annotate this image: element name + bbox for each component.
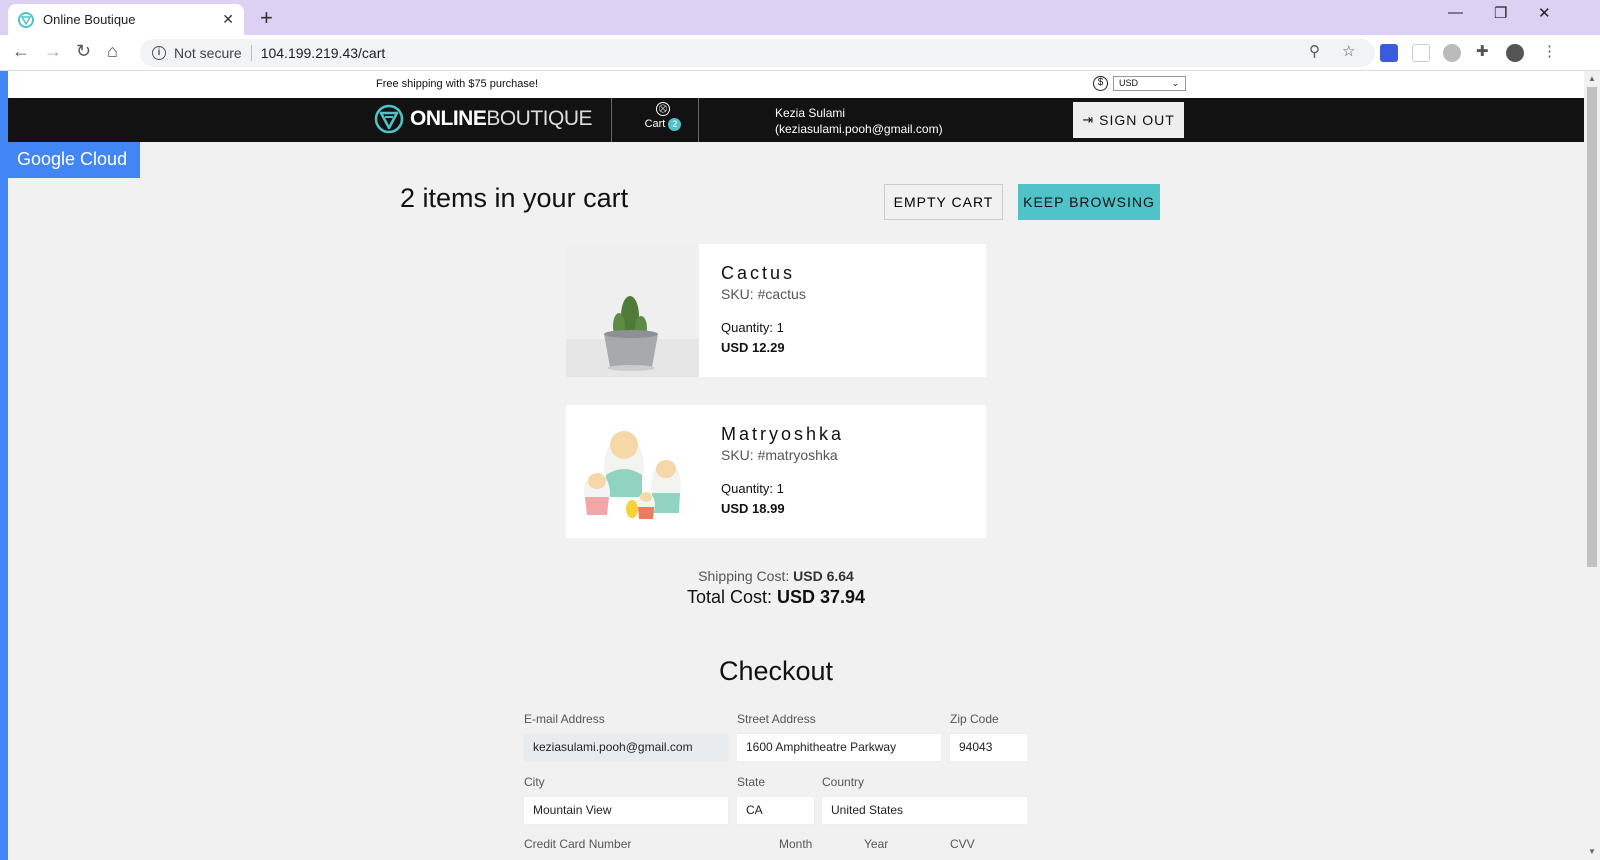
home-icon[interactable]: ⌂ (107, 41, 118, 62)
tab-title: Online Boutique (43, 12, 136, 27)
extensions-puzzle-icon[interactable]: ✚ (1476, 42, 1489, 60)
address-bar: ← → ↻ ⌂ i Not secure 104.199.219.43/cart… (0, 35, 1600, 71)
item-name[interactable]: Matryoshka (721, 424, 844, 445)
info-icon[interactable]: i (152, 46, 166, 60)
site-header: ONLINEBOUTIQUE ⛒ Cart 2 Kezia Sulami (ke… (8, 98, 1584, 142)
minimize-icon[interactable]: — (1448, 4, 1463, 21)
menu-kebab-icon[interactable]: ⋮ (1542, 42, 1557, 60)
keep-browsing-button[interactable]: KEEP BROWSING (1018, 184, 1160, 220)
zip-code-label: Zip Code (950, 712, 999, 726)
item-sku: SKU: #matryoshka (721, 447, 838, 463)
profile-avatar[interactable] (1506, 44, 1524, 62)
cart-count-badge: 2 (668, 118, 682, 131)
header-divider (698, 98, 699, 142)
forward-icon[interactable]: → (44, 41, 62, 62)
cart-item: Cactus SKU: #cactus Quantity: 1 USD 12.2… (566, 244, 986, 377)
close-window-icon[interactable]: ✕ (1538, 4, 1551, 22)
browser-tab-bar: Online Boutique ✕ + — ❐ ✕ (0, 0, 1600, 35)
item-price: USD 18.99 (721, 501, 785, 516)
cart-icon: ⛒ (656, 102, 670, 116)
country-field[interactable]: United States (821, 796, 1028, 825)
scroll-down-icon[interactable]: ▼ (1588, 847, 1596, 856)
state-label: State (737, 775, 766, 789)
browser-tab[interactable]: Online Boutique ✕ (8, 4, 244, 35)
zip-code-field[interactable]: 94043 (949, 733, 1028, 762)
sign-out-button[interactable]: ⇥ SIGN OUT (1073, 102, 1184, 138)
header-divider (611, 98, 612, 142)
cactus-image[interactable] (566, 244, 699, 377)
total-cost: Total Cost: USD 37.94 (8, 587, 1544, 608)
item-quantity: Quantity: 1 (721, 320, 784, 335)
close-tab-icon[interactable]: ✕ (222, 11, 234, 28)
dollar-icon: $ (1093, 76, 1108, 91)
item-price: USD 12.29 (721, 340, 785, 355)
cvv-label: CVV (950, 837, 975, 851)
boutique-logo[interactable]: ONLINEBOUTIQUE (374, 104, 593, 134)
promo-bar: Free shipping with $75 purchase! $ USD ⌄ (8, 71, 1584, 98)
url-text[interactable]: 104.199.219.43/cart (261, 45, 386, 61)
chevron-down-icon: ⌄ (1171, 78, 1179, 88)
credit-card-label: Credit Card Number (524, 837, 632, 851)
cart-title: 2 items in your cart (400, 183, 629, 213)
logo-text-light: BOUTIQUE (486, 107, 593, 130)
city-label: City (524, 775, 545, 789)
empty-cart-button[interactable]: EMPTY CART (884, 184, 1003, 220)
matryoshka-image[interactable] (566, 405, 699, 538)
restore-icon[interactable]: ❐ (1494, 4, 1507, 22)
user-info: Kezia Sulami (keziasulami.pooh@gmail.com… (775, 105, 943, 137)
checkout-title: Checkout (718, 656, 834, 686)
item-quantity: Quantity: 1 (721, 481, 784, 496)
shipping-cost: Shipping Cost: USD 6.64 (8, 568, 1544, 584)
boutique-logo-icon (374, 104, 404, 134)
item-sku: SKU: #cactus (721, 286, 806, 302)
scrollbar-thumb[interactable] (1587, 87, 1597, 567)
bookmark-star-icon[interactable]: ☆ (1342, 42, 1355, 60)
currency-value: USD (1119, 78, 1139, 88)
month-label: Month (779, 837, 813, 851)
city-field[interactable]: Mountain View (523, 796, 729, 825)
cart-link[interactable]: ⛒ Cart 2 (623, 102, 703, 131)
omnibox-divider (250, 45, 252, 61)
google-cloud-badge: Google Cloud (8, 142, 140, 178)
back-icon[interactable]: ← (12, 41, 30, 62)
email-field[interactable]: keziasulami.pooh@gmail.com (523, 733, 729, 762)
email-label: E-mail Address (524, 712, 605, 726)
street-address-field[interactable]: 1600 Amphitheatre Parkway (736, 733, 942, 762)
country-label: Country (822, 775, 865, 789)
flag-extension-icon[interactable] (1412, 44, 1430, 62)
total-value: USD 37.94 (777, 587, 866, 607)
currency-selector[interactable]: $ USD ⌄ (1093, 76, 1186, 91)
currency-dropdown[interactable]: USD ⌄ (1113, 76, 1186, 91)
left-blue-strip (0, 71, 8, 860)
user-name: Kezia Sulami (775, 106, 846, 120)
user-email: (keziasulami.pooh@gmail.com) (775, 122, 943, 136)
cart-label: Cart (644, 118, 666, 130)
sign-out-label: SIGN OUT (1099, 112, 1175, 128)
scroll-up-icon[interactable]: ▲ (1588, 74, 1596, 83)
zoom-icon[interactable]: ⚲ (1309, 42, 1320, 60)
free-shipping-text: Free shipping with $75 purchase! (376, 78, 539, 90)
page-viewport: Free shipping with $75 purchase! $ USD ⌄… (8, 71, 1584, 860)
page-scrollbar[interactable]: ▲ ▼ (1584, 71, 1600, 860)
shipping-label: Shipping Cost: (698, 568, 790, 584)
state-field[interactable]: CA (736, 796, 815, 825)
reload-icon[interactable]: ↻ (76, 41, 91, 62)
not-secure-label: Not secure (174, 45, 242, 61)
year-label: Year (864, 837, 889, 851)
logo-text-bold: ONLINE (410, 107, 487, 130)
item-name[interactable]: Cactus (721, 263, 795, 284)
total-label: Total Cost: (686, 587, 772, 607)
save-extension-icon[interactable] (1380, 44, 1398, 62)
shipping-value: USD 6.64 (793, 568, 854, 584)
sign-out-icon: ⇥ (1082, 112, 1095, 127)
omnibox[interactable]: i Not secure 104.199.219.43/cart (140, 39, 1375, 67)
cart-item: Matryoshka SKU: #matryoshka Quantity: 1 … (566, 405, 986, 538)
new-tab-icon[interactable]: + (260, 5, 273, 31)
disk-extension-icon[interactable] (1443, 44, 1461, 62)
boutique-favicon-icon (18, 11, 34, 28)
street-address-label: Street Address (737, 712, 816, 726)
